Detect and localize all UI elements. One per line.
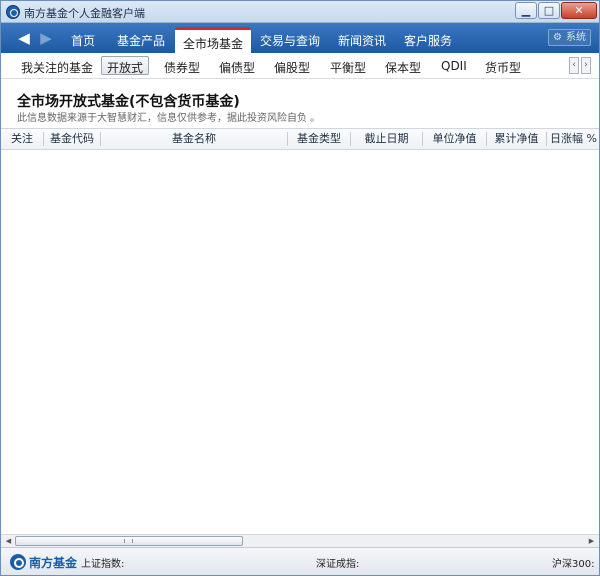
maximize-button[interactable]: □ xyxy=(538,2,560,19)
tab-fund-products[interactable]: 基金产品 xyxy=(117,32,165,49)
subtab-open-end[interactable]: 开放式 xyxy=(101,56,150,75)
fund-category-tabs: 我关注的基金 开放式 债券型 偏债型 偏股型 平衡型 保本型 QDII 货币型 … xyxy=(1,53,599,79)
back-arrow-icon[interactable]: ◀ xyxy=(16,30,32,46)
close-button[interactable]: ✕ xyxy=(561,2,597,19)
fund-table-body xyxy=(1,150,599,534)
column-header-fund-type[interactable]: 基金类型 xyxy=(288,129,350,149)
minimize-button[interactable]: ▁ xyxy=(515,2,537,19)
app-logo-icon xyxy=(6,5,20,19)
subtab-bond[interactable]: 债券型 xyxy=(164,59,200,76)
tab-news[interactable]: 新闻资讯 xyxy=(338,32,386,49)
tabs-scroll-right-button[interactable]: › xyxy=(581,57,591,74)
status-bar: 南方基金 上证指数: 深证成指: 沪深300: xyxy=(1,547,599,575)
column-header-as-of-date[interactable]: 截止日期 xyxy=(351,129,422,149)
page-title: 全市场开放式基金(不包含货币基金) xyxy=(17,94,240,110)
forward-arrow-icon[interactable]: ▶ xyxy=(38,30,54,46)
tabs-scroll-left-button[interactable]: ‹ xyxy=(569,57,579,74)
column-header-fund-code[interactable]: 基金代码 xyxy=(44,129,100,149)
column-header-daily-change[interactable]: 日涨幅 % xyxy=(550,129,599,149)
tab-all-market-funds[interactable]: 全市场基金 xyxy=(175,27,252,53)
column-header-unit-nav[interactable]: 单位净值 xyxy=(423,129,486,149)
subtab-bond-biased[interactable]: 偏债型 xyxy=(219,59,255,76)
subtab-balanced[interactable]: 平衡型 xyxy=(330,59,366,76)
shenzhen-index-label: 深证成指: xyxy=(316,559,360,570)
subtab-capital-protected[interactable]: 保本型 xyxy=(385,59,421,76)
tab-home[interactable]: 首页 xyxy=(71,32,95,49)
main-nav: ◀ ▶ 首页 基金产品 全市场基金 交易与查询 新闻资讯 客户服务 ⚙ 系统 xyxy=(1,23,599,53)
column-divider xyxy=(546,132,547,146)
csi300-index-label: 沪深300: xyxy=(552,559,595,570)
scroll-left-arrow-icon[interactable]: ◀ xyxy=(3,536,14,546)
column-header-accumulated-nav[interactable]: 累计净值 xyxy=(487,129,546,149)
system-button[interactable]: ⚙ 系统 xyxy=(548,29,591,46)
brand-logo-icon xyxy=(10,554,26,570)
title-bar: 南方基金个人金融客户端 ▁ □ ✕ xyxy=(1,1,599,23)
horizontal-scrollbar[interactable]: ◀ ▶ xyxy=(1,534,599,547)
data-disclaimer: 此信息数据来源于大智慧财汇，信息仅供参考，据此投资风险自负 。 xyxy=(17,113,321,124)
fund-table-header: 关注 基金代码 基金名称 基金类型 截止日期 单位净值 累计净值 日涨幅 % xyxy=(1,128,599,150)
scroll-right-arrow-icon[interactable]: ▶ xyxy=(586,536,597,546)
subtab-equity-biased[interactable]: 偏股型 xyxy=(274,59,310,76)
subtab-qdii[interactable]: QDII xyxy=(441,59,467,73)
scrollbar-thumb[interactable] xyxy=(15,536,243,546)
brand-name: 南方基金 xyxy=(29,556,78,570)
subtab-money-market[interactable]: 货币型 xyxy=(485,59,521,76)
system-label: 系统 xyxy=(566,32,586,43)
subtab-my-watchlist[interactable]: 我关注的基金 xyxy=(21,59,93,76)
tab-trade-query[interactable]: 交易与查询 xyxy=(260,32,320,49)
app-window: 南方基金个人金融客户端 ▁ □ ✕ ◀ ▶ 首页 基金产品 全市场基金 交易与查… xyxy=(0,0,600,576)
column-header-fund-name[interactable]: 基金名称 xyxy=(101,129,287,149)
column-header-watch[interactable]: 关注 xyxy=(1,129,43,149)
gear-icon: ⚙ xyxy=(553,32,562,43)
shanghai-index-label: 上证指数: xyxy=(81,559,125,570)
window-title: 南方基金个人金融客户端 xyxy=(24,7,145,20)
tab-customer-service[interactable]: 客户服务 xyxy=(404,32,452,49)
